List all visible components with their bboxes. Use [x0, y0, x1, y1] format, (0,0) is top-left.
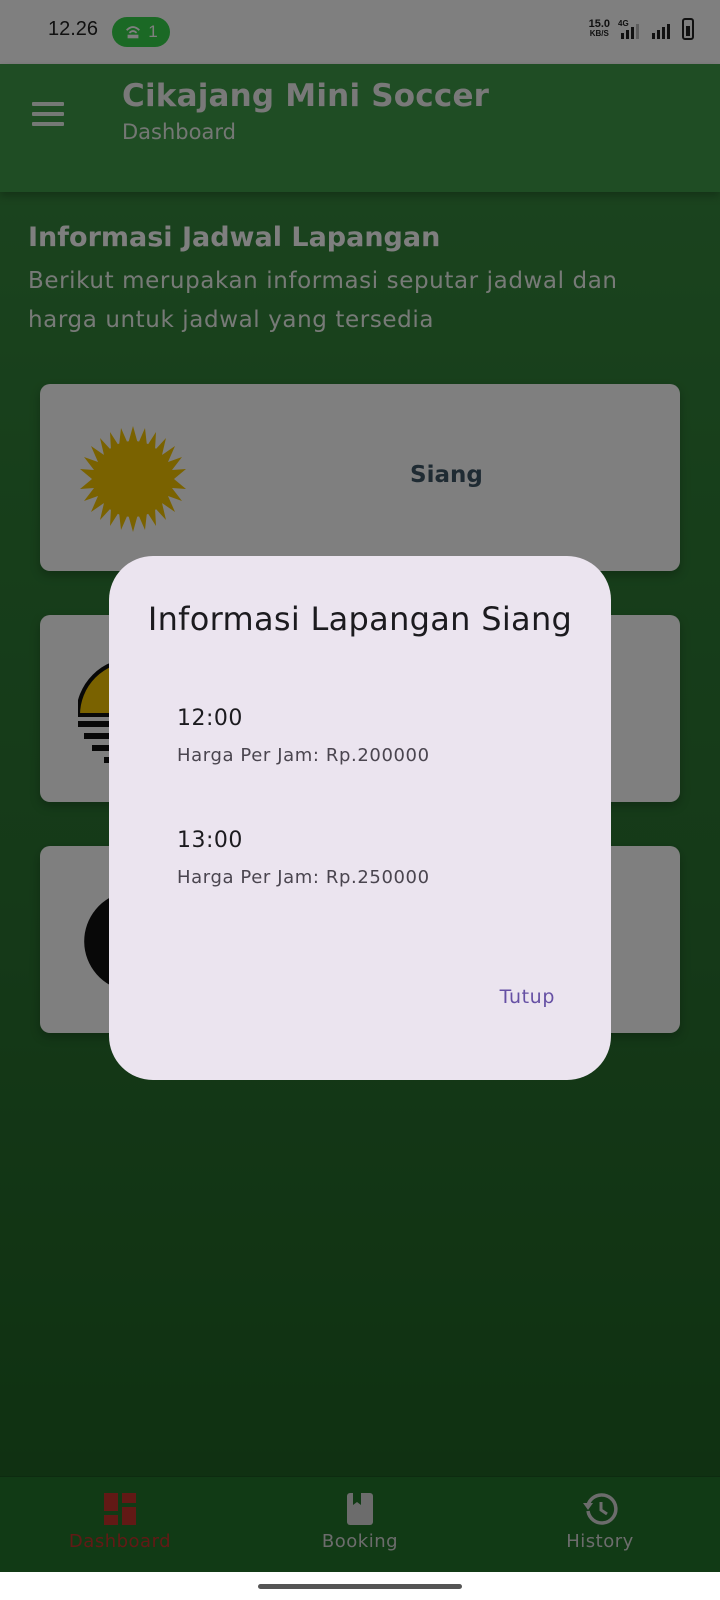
slot-time: 12:00 [177, 706, 243, 731]
schedule-slot: 13:00 Harga Per Jam: Rp.250000 [177, 828, 430, 888]
info-dialog: Informasi Lapangan Siang 12:00 Harga Per… [109, 556, 611, 1080]
dialog-title: Informasi Lapangan Siang [147, 600, 573, 638]
slot-price: Harga Per Jam: Rp.200000 [177, 745, 430, 766]
slot-time: 13:00 [177, 828, 243, 853]
close-button[interactable]: Tutup [500, 986, 555, 1008]
gesture-area [0, 1572, 720, 1600]
slot-price: Harga Per Jam: Rp.250000 [177, 867, 430, 888]
gesture-handle[interactable] [258, 1584, 462, 1589]
schedule-slot: 12:00 Harga Per Jam: Rp.200000 [177, 706, 430, 766]
